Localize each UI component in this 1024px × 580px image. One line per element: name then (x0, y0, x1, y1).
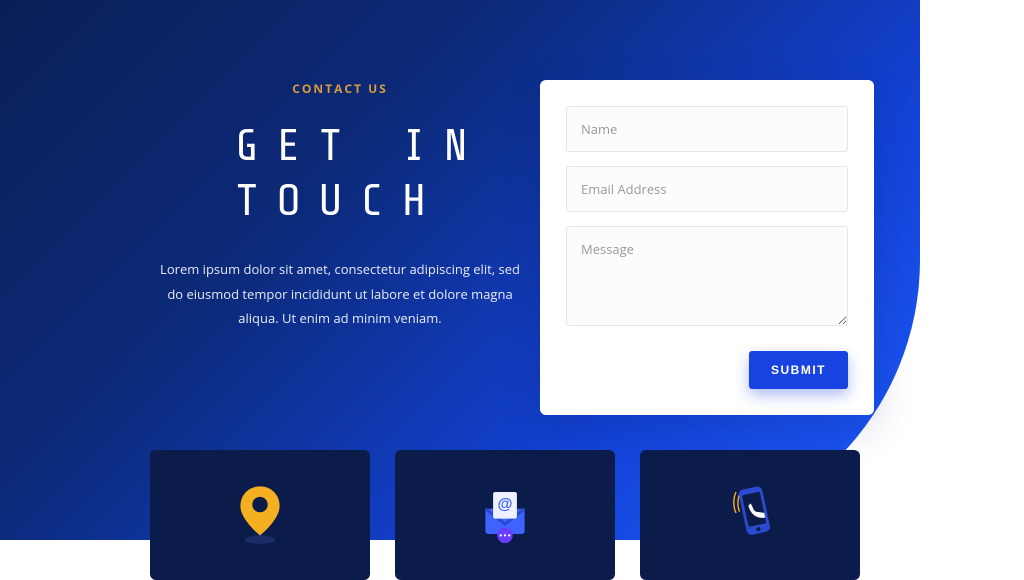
submit-button[interactable]: SUBMIT (749, 351, 848, 389)
info-card-phone[interactable] (640, 450, 860, 580)
hero-description: Lorem ipsum dolor sit amet, consectetur … (160, 257, 520, 331)
info-card-location[interactable] (150, 450, 370, 580)
eyebrow-text: CONTACT US (150, 80, 530, 97)
phone-icon (715, 478, 785, 553)
page-title: GET IN TOUCH (235, 119, 530, 229)
left-column: CONTACT US GET IN TOUCH Lorem ipsum dolo… (150, 80, 530, 331)
email-icon: @ (470, 478, 540, 553)
svg-text:@: @ (497, 495, 512, 512)
email-field[interactable] (566, 166, 848, 212)
submit-row: SUBMIT (566, 351, 848, 389)
map-pin-icon (225, 478, 295, 553)
message-field[interactable] (566, 226, 848, 326)
name-field[interactable] (566, 106, 848, 152)
info-card-email[interactable]: @ (395, 450, 615, 580)
contact-form: SUBMIT (540, 80, 874, 415)
